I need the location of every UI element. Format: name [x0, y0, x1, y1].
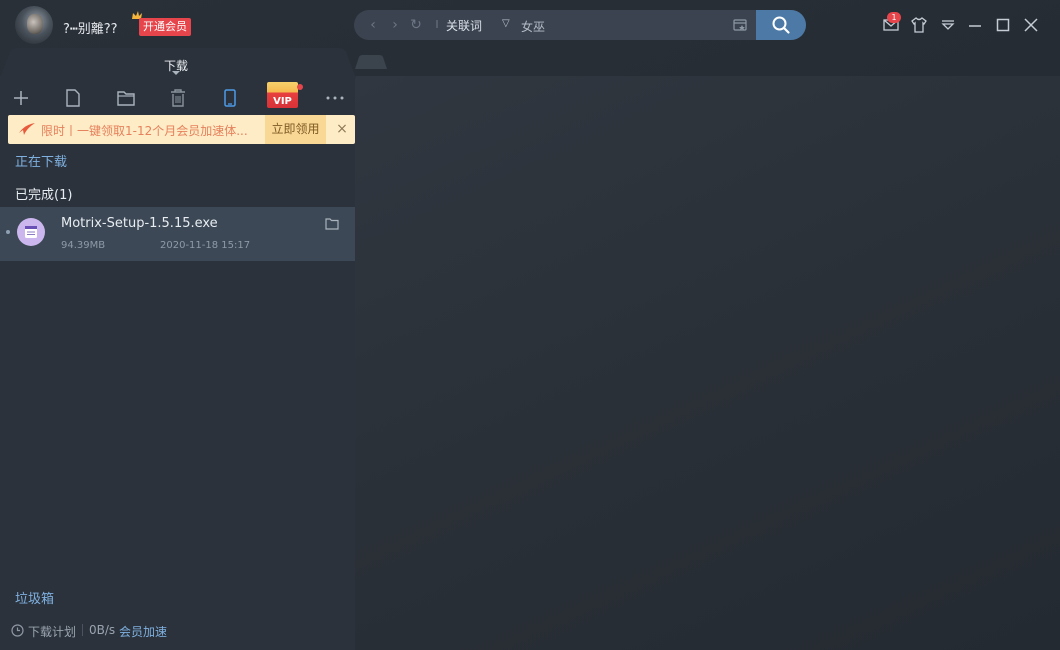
- new-tab-button[interactable]: [355, 55, 387, 69]
- promo-text: 限时丨一键领取1-12个月会员加速体...: [41, 124, 248, 138]
- new-file-icon[interactable]: [63, 88, 83, 108]
- download-item[interactable]: Motrix-Setup-1.5.15.exe 94.39MB 2020-11-…: [0, 207, 355, 261]
- maximize-icon[interactable]: [994, 16, 1012, 34]
- file-name: Motrix-Setup-1.5.15.exe: [61, 216, 218, 231]
- search-button[interactable]: [756, 10, 806, 40]
- menu-icon[interactable]: [939, 16, 957, 34]
- delete-icon[interactable]: [168, 88, 188, 108]
- plane-icon: [19, 123, 35, 135]
- search-icon: [772, 16, 790, 34]
- promo-close-button[interactable]: ×: [334, 121, 350, 137]
- avatar[interactable]: [15, 6, 53, 44]
- skin-icon[interactable]: [910, 16, 928, 34]
- search-bar: ‹ › ↻ Ⅰ 关联词 ▽: [354, 10, 806, 40]
- downloading-section[interactable]: 正在下载: [15, 151, 67, 170]
- back-icon[interactable]: ‹: [366, 17, 380, 33]
- minimize-icon[interactable]: [966, 16, 984, 34]
- close-icon[interactable]: [1022, 16, 1040, 34]
- clock-icon: [11, 624, 24, 637]
- file-size: 94.39MB: [61, 240, 106, 251]
- forward-icon[interactable]: ›: [388, 17, 402, 33]
- vip-toolbar-label: VIP: [273, 96, 292, 107]
- download-plan-link[interactable]: 下载计划: [28, 623, 76, 640]
- vip-toolbar-button[interactable]: VIP: [267, 82, 298, 108]
- exe-file-icon: [17, 218, 45, 246]
- mail-badge: 1: [887, 12, 901, 23]
- add-icon[interactable]: [11, 88, 31, 108]
- open-folder-icon[interactable]: [325, 217, 339, 231]
- notification-dot: [297, 84, 303, 90]
- content-area: [355, 76, 1060, 650]
- more-icon[interactable]: [325, 88, 345, 108]
- username[interactable]: ?┅别離??: [63, 18, 118, 37]
- footer-divider: [82, 624, 83, 636]
- download-speed: 0B/s: [89, 623, 116, 637]
- status-bar: 下载计划 0B/s 会员加速: [0, 620, 355, 640]
- row-indicator: [6, 230, 10, 234]
- promo-banner: 限时丨一键领取1-12个月会员加速体... 立即领用 ×: [8, 115, 355, 144]
- refresh-icon[interactable]: ↻: [409, 17, 423, 33]
- search-input[interactable]: [519, 15, 723, 37]
- title-bar: ?┅别離?? 开通会员 ‹ › ↻ Ⅰ 关联词 ▽ 1: [0, 0, 1060, 50]
- search-mode-select[interactable]: 关联词: [446, 17, 482, 34]
- claim-button[interactable]: 立即领用: [265, 115, 326, 144]
- bookmark-icon[interactable]: [732, 17, 748, 33]
- open-vip-button[interactable]: 开通会员: [139, 18, 191, 36]
- divider-marker: Ⅰ: [435, 18, 439, 31]
- vip-accelerate-link[interactable]: 会员加速: [119, 623, 167, 640]
- completed-section[interactable]: 已完成(1): [15, 184, 72, 203]
- folder-icon[interactable]: [116, 88, 136, 108]
- file-date: 2020-11-18 15:17: [160, 240, 251, 251]
- trash-section[interactable]: 垃圾箱: [15, 588, 54, 607]
- tab-caret: [172, 71, 180, 75]
- chevron-down-icon[interactable]: ▽: [502, 16, 514, 32]
- phone-icon[interactable]: [220, 88, 240, 108]
